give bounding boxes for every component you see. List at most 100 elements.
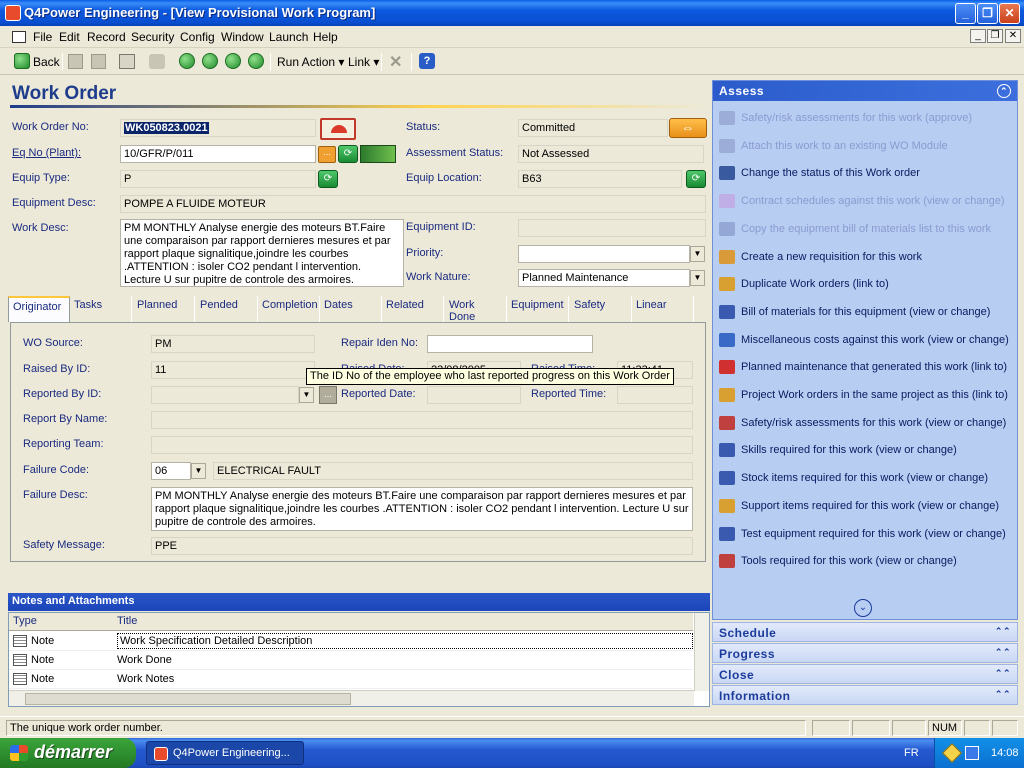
notes-column-type[interactable]: Type	[9, 613, 113, 631]
tab-tasks[interactable]: Tasks	[70, 296, 132, 322]
assess-action-item[interactable]: Miscellaneous costs against this work (v…	[719, 331, 1015, 351]
assess-action-item[interactable]: Support items required for this work (vi…	[719, 497, 1015, 517]
failure-code-select[interactable]: 06	[151, 462, 191, 480]
restore-button[interactable]: ❐	[977, 3, 998, 24]
close-button[interactable]: ✕	[999, 3, 1020, 24]
next-record-icon[interactable]	[225, 53, 241, 69]
scroll-thumb[interactable]	[25, 693, 351, 705]
tab-safety[interactable]: Safety	[570, 296, 632, 322]
assess-action-item[interactable]: Planned maintenance that generated this …	[719, 358, 1015, 378]
reported-by-field[interactable]	[151, 386, 299, 404]
tab-completion[interactable]: Completion	[258, 296, 320, 322]
help-icon[interactable]: ?	[419, 53, 435, 69]
expand-more-icon[interactable]: ⌄	[854, 599, 872, 617]
menu-edit[interactable]: Edit	[59, 30, 80, 44]
print-icon[interactable]	[119, 54, 135, 69]
assess-action-item[interactable]: Skills required for this work (view or c…	[719, 441, 1015, 461]
menu-config[interactable]: Config	[180, 30, 215, 44]
notes-vertical-scrollbar[interactable]	[694, 613, 709, 691]
home-icon[interactable]	[149, 54, 165, 69]
table-row[interactable]: Note Work Notes	[9, 670, 693, 689]
work-nature-dropdown-icon[interactable]: ▼	[690, 270, 705, 286]
tab-pended[interactable]: Pended	[196, 296, 258, 322]
table-row[interactable]: Note Work Done	[9, 651, 693, 670]
run-action-button[interactable]: Run Action ▾	[277, 55, 344, 69]
previous-record-icon[interactable]	[202, 53, 218, 69]
eq-no-label[interactable]: Eq No (Plant):	[12, 147, 81, 159]
menu-launch[interactable]: Launch	[269, 30, 308, 44]
assess-action-item[interactable]: Safety/risk assessments for this work (v…	[719, 414, 1015, 434]
back-button[interactable]: Back	[33, 55, 60, 69]
work-desc-field[interactable]: PM MONTHLY Analyse energie des moteurs B…	[120, 219, 404, 287]
assessment-status-field[interactable]: Not Assessed	[518, 145, 704, 163]
last-record-icon[interactable]	[248, 53, 264, 69]
eq-lookup-icon[interactable]: ...	[318, 146, 336, 163]
link-button[interactable]: Link ▾	[348, 55, 379, 69]
raised-by-field[interactable]: 11	[151, 361, 315, 379]
menu-record[interactable]: Record	[87, 30, 126, 44]
panel-information[interactable]: Information ⌃⌃	[712, 685, 1018, 705]
assess-action-item[interactable]: Attach this work to an existing WO Modul…	[719, 137, 1015, 157]
assess-action-item[interactable]: Project Work orders in the same project …	[719, 386, 1015, 406]
tab-linear[interactable]: Linear	[632, 296, 694, 322]
eq-no-field[interactable]: 10/GFR/P/011	[120, 145, 316, 163]
network-icon[interactable]	[965, 746, 979, 760]
equipment-id-field[interactable]	[518, 219, 706, 237]
wo-source-field[interactable]: PM	[151, 335, 315, 353]
minimize-button[interactable]: _	[955, 3, 976, 24]
work-order-no-field[interactable]: WK050823.0021	[120, 119, 316, 137]
reported-time-field[interactable]	[617, 386, 693, 404]
collapse-icon[interactable]: ⌃	[997, 84, 1011, 98]
tab-planned[interactable]: Planned	[133, 296, 195, 322]
assess-action-item[interactable]: Contract schedules against this work (vi…	[719, 192, 1015, 212]
menu-security[interactable]: Security	[131, 30, 174, 44]
failure-code-dropdown-icon[interactable]: ▼	[191, 463, 206, 479]
assess-action-item[interactable]: Create a new requisition for this work	[719, 248, 1015, 268]
assess-action-item[interactable]: Stock items required for this work (view…	[719, 469, 1015, 489]
mdi-close-button[interactable]: ✕	[1005, 29, 1021, 43]
menu-window[interactable]: Window	[221, 30, 264, 44]
work-nature-select[interactable]: Planned Maintenance	[518, 269, 690, 287]
assess-action-item[interactable]: Safety/risk assessments for this work (a…	[719, 109, 1015, 129]
priority-select[interactable]	[518, 245, 690, 263]
tray-app-icon[interactable]	[942, 743, 962, 763]
eq-structure-icon[interactable]	[360, 145, 396, 163]
equip-type-field[interactable]: P	[120, 170, 316, 188]
reported-by-lookup-button[interactable]: ...	[319, 386, 337, 404]
tab-originator[interactable]: Originator	[8, 296, 70, 322]
assess-action-item[interactable]: Change the status of this Work order	[719, 164, 1015, 184]
assess-action-item[interactable]: Copy the equipment bill of materials lis…	[719, 220, 1015, 240]
report-by-name-field[interactable]	[151, 411, 693, 429]
mdi-doc-icon[interactable]	[12, 31, 26, 43]
menu-help[interactable]: Help	[313, 30, 338, 44]
mdi-minimize-button[interactable]: _	[970, 29, 986, 43]
failure-code-desc-field[interactable]: ELECTRICAL FAULT	[213, 462, 693, 480]
back-icon[interactable]	[14, 53, 30, 69]
work-order-status-button[interactable]	[320, 118, 356, 140]
tab-work-done[interactable]: Work Done	[445, 296, 507, 323]
tab-equipment[interactable]: Equipment	[507, 296, 569, 322]
equipment-desc-field[interactable]: POMPE A FLUIDE MOTEUR	[120, 195, 706, 213]
start-button[interactable]: démarrer	[0, 738, 136, 768]
reporting-team-field[interactable]	[151, 436, 693, 454]
table-row[interactable]: Note Work Specification Detailed Descrip…	[9, 632, 693, 651]
panel-schedule[interactable]: Schedule ⌃⌃	[712, 622, 1018, 642]
taskbar-app-button[interactable]: Q4Power Engineering...	[146, 741, 304, 765]
equip-type-refresh-icon[interactable]: ⟳	[318, 170, 338, 188]
reported-by-dropdown-icon[interactable]: ▼	[299, 387, 314, 403]
repair-iden-field[interactable]	[427, 335, 593, 353]
swap-status-icon[interactable]: ⇔	[669, 118, 707, 138]
tab-related[interactable]: Related	[382, 296, 444, 322]
window-title-bar[interactable]: Q4Power Engineering - [View Provisional …	[0, 0, 1024, 26]
assess-action-item[interactable]: Tools required for this work (view or ch…	[719, 552, 1015, 572]
assess-action-item[interactable]: Bill of materials for this equipment (vi…	[719, 303, 1015, 323]
tab-dates[interactable]: Dates	[320, 296, 382, 322]
language-indicator[interactable]: FR	[904, 747, 919, 759]
delete-icon[interactable]: ✕	[389, 52, 402, 72]
panel-close[interactable]: Close ⌃⌃	[712, 664, 1018, 684]
menu-file[interactable]: File	[33, 30, 52, 44]
save-icon[interactable]	[91, 54, 106, 69]
safety-message-field[interactable]: PPE	[151, 537, 693, 555]
priority-dropdown-icon[interactable]: ▼	[690, 246, 705, 262]
edit-icon[interactable]	[68, 54, 83, 69]
